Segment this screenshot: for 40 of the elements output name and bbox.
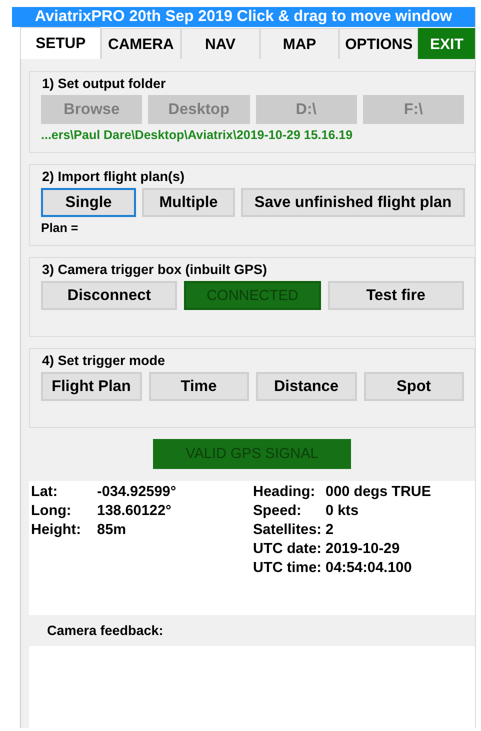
feedback-box[interactable] [29, 646, 475, 731]
field-label: Long: [31, 502, 72, 520]
button[interactable]: Spot [364, 372, 464, 401]
section-heading: 2) Import flight plan(s) [42, 169, 184, 184]
button[interactable]: Flight Plan [41, 372, 142, 401]
tab[interactable]: SETUP [20, 27, 102, 59]
field-value: 138.60122° [97, 502, 172, 520]
button[interactable]: Time [148, 372, 249, 401]
folder-path: ...ers\Paul Dare\Desktop\Aviatrix\2019-10-29 15.16.19 [41, 128, 353, 142]
field-value: 2 [326, 521, 335, 539]
tab[interactable]: NAV [180, 28, 260, 59]
tab[interactable]: OPTIONS [339, 28, 418, 59]
field-value: -034.92599° [97, 483, 178, 501]
window-title: AviatrixPRO 20th Sep 2019 Click & drag to move window [12, 7, 475, 27]
feedback-label: Camera feedback: [46, 622, 164, 640]
field-label: UTC time: [253, 559, 322, 577]
button[interactable]: Save unfinished flight plan [241, 188, 465, 217]
field-label: Height: [31, 521, 82, 539]
exit-button[interactable]: EXIT [418, 28, 475, 59]
tab[interactable]: CAMERA [101, 28, 181, 59]
tab[interactable]: MAP [260, 28, 340, 59]
field-value: 85m [97, 521, 128, 539]
button[interactable]: Distance [256, 372, 356, 401]
field-value: 000 degs TRUE [326, 483, 432, 501]
section-heading: 1) Set output folder [42, 76, 166, 91]
section-heading: 4) Set trigger mode [42, 353, 166, 368]
button[interactable]: Multiple [142, 188, 235, 217]
field-value: 0 kts [326, 502, 360, 520]
field-label: Lat: [31, 483, 59, 501]
plan-label: Plan = [41, 221, 78, 235]
field-label: UTC date: [253, 540, 322, 558]
button[interactable]: Single [41, 188, 136, 217]
button[interactable]: Disconnect [41, 281, 178, 310]
field-label: Heading: [253, 483, 316, 501]
field-value: 2019-10-29 [326, 540, 401, 558]
field-value: 04:54:04.100 [326, 559, 413, 577]
button[interactable]: Test fire [328, 281, 464, 310]
field-label: Satellites: [253, 521, 322, 539]
field-label: Speed: [253, 502, 302, 520]
section-heading: 3) Camera trigger box (inbuilt GPS) [42, 262, 268, 277]
